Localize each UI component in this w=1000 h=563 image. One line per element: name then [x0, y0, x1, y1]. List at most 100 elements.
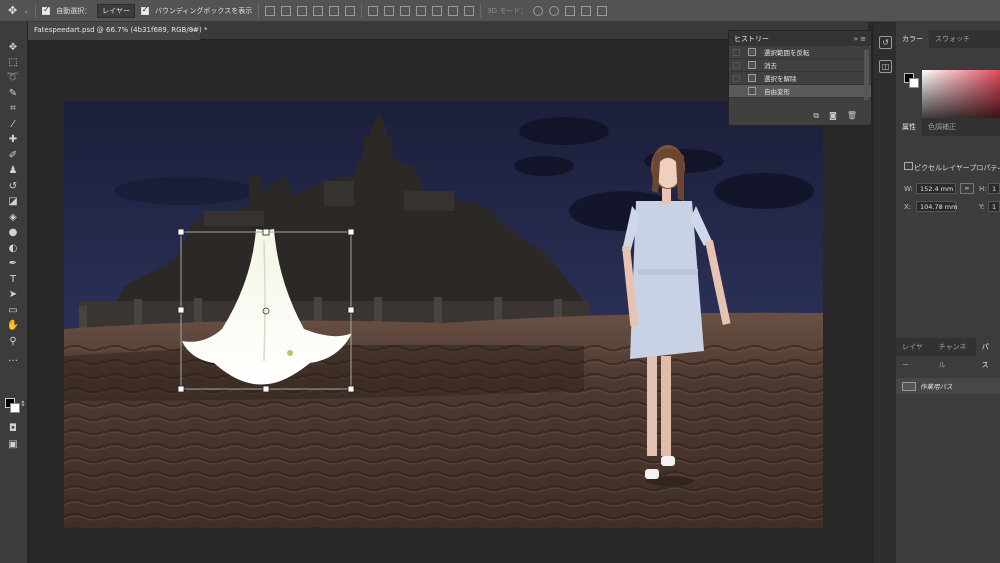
history-source-box[interactable] — [733, 87, 740, 95]
shape-tool-icon[interactable]: ▭ — [6, 305, 20, 317]
properties-panel-tabs: 属性 色調補正 — [896, 118, 1000, 136]
pixel-layer-icon — [904, 162, 913, 170]
pen-tool-icon[interactable]: ✒ — [6, 258, 20, 270]
x-position-field[interactable]: 104.78 mm — [916, 201, 957, 212]
history-source-box[interactable] — [733, 61, 740, 69]
move-tool-icon[interactable]: ✥ — [8, 4, 17, 17]
history-source-box[interactable] — [733, 74, 740, 82]
slide-3d-icon[interactable] — [581, 5, 592, 16]
distribute-right-icon[interactable] — [448, 5, 459, 16]
panel-dock-strip: ↺ ◫ — [872, 22, 896, 563]
align-hcenter-icon[interactable] — [329, 5, 340, 16]
quick-mask-icon[interactable]: ◘ — [6, 423, 20, 435]
roll-3d-icon[interactable] — [549, 5, 560, 16]
history-step-icon — [748, 61, 756, 69]
history-item-active[interactable]: 自由変形 — [729, 85, 871, 98]
history-item-label: 自由変形 — [764, 88, 790, 96]
history-source-box[interactable] — [733, 48, 740, 56]
eraser-tool-icon[interactable]: ◪ — [6, 196, 20, 208]
history-item[interactable]: 選択を解除 — [729, 72, 871, 85]
height-label: H: — [979, 185, 987, 193]
dodge-tool-icon[interactable]: ◐ — [6, 243, 20, 255]
tab-adjustments[interactable]: 色調補正 — [922, 118, 962, 136]
quick-select-tool-icon[interactable]: ✎ — [6, 88, 20, 100]
history-step-icon — [748, 74, 756, 82]
hand-tool-icon[interactable]: ✋ — [6, 320, 20, 332]
document-canvas[interactable] — [64, 101, 823, 528]
color-panel-tabs: カラー スウォッチ — [896, 30, 1000, 48]
clone-stamp-tool-icon[interactable]: ♟ — [6, 165, 20, 177]
path-thumbnail — [902, 381, 916, 391]
history-scrollbar[interactable] — [864, 50, 869, 100]
align-right-icon[interactable] — [345, 5, 356, 16]
options-bar: ✥ ⌄ 自動選択： レイヤー バウンディングボックスを表示 3D モード： — [0, 0, 1000, 22]
healing-brush-tool-icon[interactable]: ✚ — [6, 134, 20, 146]
new-snapshot-icon[interactable]: ◙ — [829, 111, 837, 121]
new-document-from-state-icon[interactable]: ⧉ — [813, 111, 819, 121]
paint-bucket-tool-icon[interactable]: ◈ — [6, 212, 20, 224]
align-vcenter-icon[interactable] — [281, 5, 292, 16]
path-list-item[interactable]: 作業用パス — [896, 378, 1000, 394]
close-tab-icon[interactable]: × — [190, 26, 196, 34]
width-label: W: — [904, 185, 913, 193]
delete-state-icon[interactable]: 🗑 — [847, 111, 857, 121]
align-left-icon[interactable] — [313, 5, 324, 16]
tab-swatches[interactable]: スウォッチ — [929, 30, 976, 48]
bounding-box-checkbox[interactable] — [140, 5, 149, 15]
history-panel-header: ヒストリー » ≡ — [729, 31, 871, 46]
distribute-top-icon[interactable] — [368, 5, 379, 16]
path-selection-tool-icon[interactable]: ➤ — [6, 289, 20, 301]
history-item[interactable]: 消去 — [729, 59, 871, 72]
y-position-field[interactable]: 1 — [988, 201, 1000, 212]
auto-select-checkbox[interactable] — [42, 5, 51, 15]
history-footer: ⧉ ◙ 🗑 — [813, 111, 857, 121]
separator — [35, 3, 37, 18]
zoom-tool-icon[interactable]: ⚲ — [6, 336, 20, 348]
panel-menu-icon[interactable]: » ≡ — [854, 35, 866, 43]
screen-mode-icon[interactable]: ▣ — [6, 439, 20, 451]
width-field[interactable]: 152.4 mm — [916, 183, 956, 194]
distribute-left-icon[interactable] — [416, 5, 427, 16]
tab-color[interactable]: カラー — [896, 30, 929, 48]
separator — [480, 3, 482, 18]
distribute-hcenter-icon[interactable] — [432, 5, 443, 16]
history-icon[interactable]: ↺ — [879, 36, 892, 49]
drag-3d-icon[interactable] — [565, 5, 576, 16]
scale-3d-icon[interactable] — [597, 5, 608, 16]
blur-tool-icon[interactable]: ● — [6, 227, 20, 239]
history-item-label: 消去 — [764, 62, 777, 70]
crop-tool-icon[interactable]: ⌗ — [6, 103, 20, 115]
align-top-icon[interactable] — [265, 5, 276, 16]
type-tool-icon[interactable]: T — [6, 274, 20, 286]
history-brush-tool-icon[interactable]: ↺ — [6, 181, 20, 193]
background-color-swatch[interactable] — [909, 78, 919, 88]
tab-layers[interactable]: レイヤー — [896, 338, 933, 369]
properties-layer-type: ピクセルレイヤープロパティ — [914, 164, 1000, 172]
properties-icon[interactable]: ◫ — [879, 60, 892, 73]
tab-paths[interactable]: パス — [975, 338, 1000, 369]
lasso-tool-icon[interactable]: ➰ — [6, 72, 20, 84]
distribute-vcenter-icon[interactable] — [384, 5, 395, 16]
marquee-tool-icon[interactable]: ⬚ — [6, 57, 20, 69]
eyedropper-tool-icon[interactable]: ⁄ — [6, 119, 20, 131]
document-tab[interactable]: Fatespeedart.psd @ 66.7% (4b31f689, RGB/… — [28, 22, 208, 40]
history-item[interactable]: 選択範囲を反転 — [729, 46, 871, 59]
link-dimensions-icon[interactable]: ∞ — [960, 183, 974, 194]
auto-select-target-select[interactable]: レイヤー — [97, 3, 135, 18]
move-tool-icon[interactable]: ✥ — [6, 42, 20, 54]
more-tools-icon[interactable]: … — [6, 353, 20, 365]
right-panel-column: カラー スウォッチ 属性 色調補正 ピクセルレイヤープロパティ W: 152.4… — [896, 22, 1000, 563]
brush-tool-icon[interactable]: ✐ — [6, 150, 20, 162]
history-item-label: 選択を解除 — [764, 75, 797, 83]
history-step-icon — [748, 48, 756, 56]
history-item-label: 選択範囲を反転 — [764, 49, 810, 57]
tab-properties[interactable]: 属性 — [896, 118, 922, 136]
align-bottom-icon[interactable] — [297, 5, 308, 16]
orbit-3d-icon[interactable] — [533, 5, 544, 16]
height-field[interactable]: 1 — [988, 183, 1000, 194]
tab-channels[interactable]: チャンネル — [933, 338, 976, 369]
tools-panel: ✥ ⬚ ➰ ✎ ⌗ ⁄ ✚ ✐ ♟ ↺ ◪ ◈ ● ◐ ✒ T ➤ ▭ ✋ ⚲ … — [0, 22, 28, 563]
distribute-bottom-icon[interactable] — [400, 5, 411, 16]
tool-preset-dropdown-icon[interactable]: ⌄ — [23, 7, 29, 15]
auto-align-icon[interactable] — [464, 5, 475, 16]
